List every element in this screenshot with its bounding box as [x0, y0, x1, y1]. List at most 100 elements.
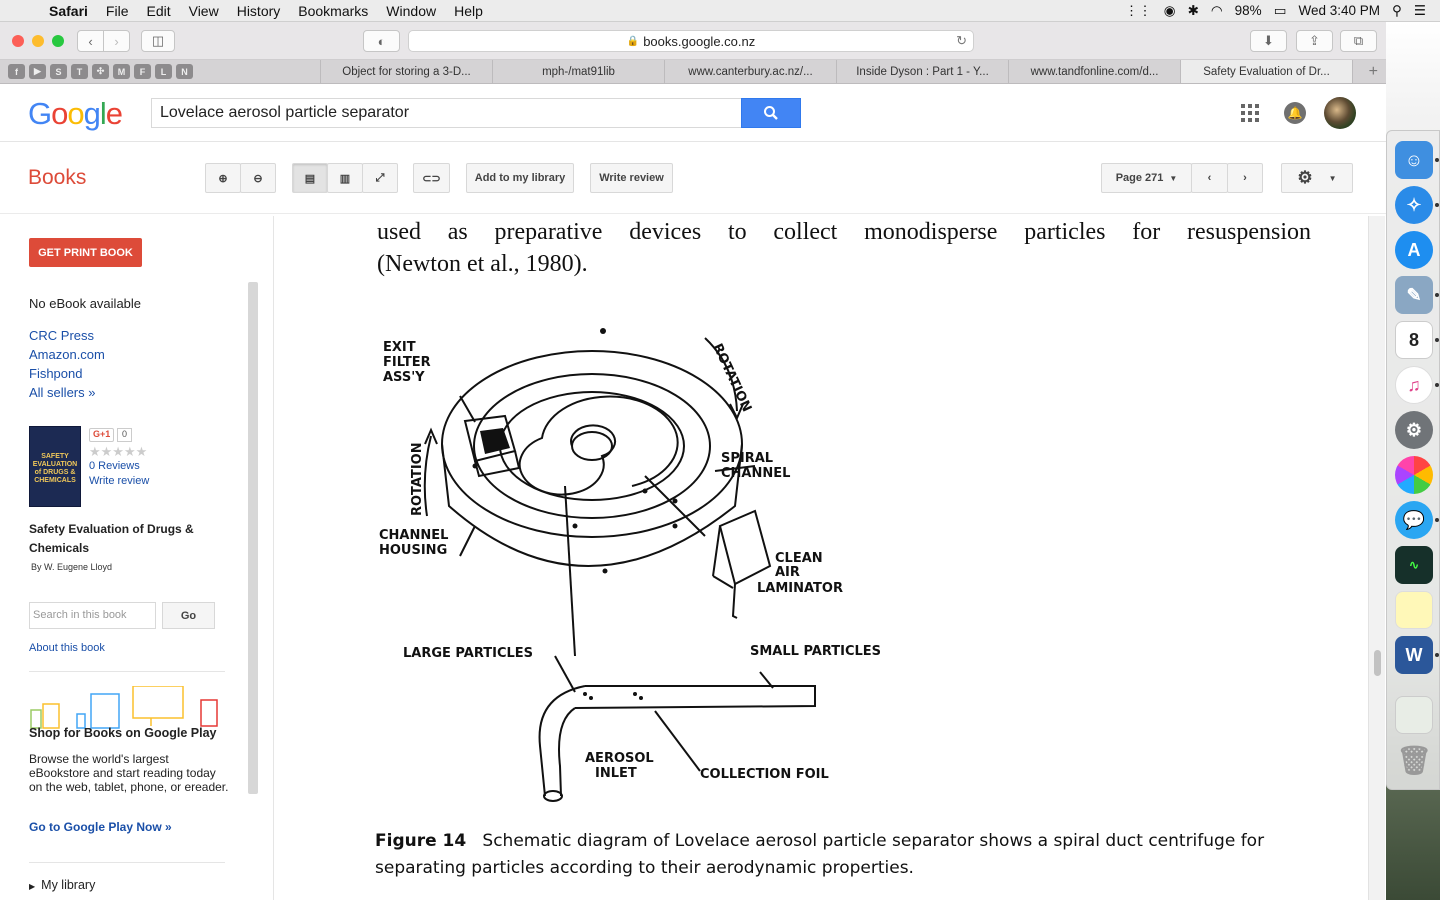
- menu-bookmarks[interactable]: Bookmarks: [289, 3, 377, 19]
- reviews-link[interactable]: 0 Reviews: [89, 460, 140, 472]
- page-selector[interactable]: Page 271 ▼: [1101, 163, 1192, 193]
- previous-page-button[interactable]: ‹: [1191, 163, 1228, 193]
- itunes-icon[interactable]: ♫: [1395, 366, 1433, 404]
- forward-button[interactable]: ›: [103, 30, 130, 52]
- browser-tab[interactable]: Object for storing a 3-D...: [320, 60, 492, 83]
- back-button[interactable]: ‹: [77, 30, 104, 52]
- two-page-view-button[interactable]: ▥: [327, 163, 363, 193]
- privacy-extension-icon[interactable]: ◐: [363, 30, 400, 52]
- link-button[interactable]: ⊂⊃: [413, 163, 450, 193]
- close-window-button[interactable]: [12, 34, 24, 47]
- book-cover[interactable]: SAFETY EVALUATION of DRUGS & CHEMICALS: [29, 426, 81, 507]
- google-play-link[interactable]: Go to Google Play Now »: [29, 820, 172, 834]
- scrollbar-thumb[interactable]: [1374, 650, 1381, 676]
- word-icon[interactable]: W: [1395, 636, 1433, 674]
- my-library-item[interactable]: ▶ My library: [29, 878, 95, 892]
- browser-tab[interactable]: www.canterbury.ac.nz/...: [664, 60, 836, 83]
- search-input[interactable]: Lovelace aerosol particle separator: [151, 98, 742, 128]
- search-in-book-input[interactable]: Search in this book: [29, 602, 156, 629]
- google-logo[interactable]: Google: [28, 96, 123, 132]
- reload-icon[interactable]: ↻: [956, 33, 967, 49]
- pinned-tab-f[interactable]: F: [134, 64, 151, 79]
- downloads-button[interactable]: ⬇: [1250, 30, 1287, 52]
- photos-icon[interactable]: [1395, 456, 1433, 494]
- seller-link[interactable]: Fishpond: [29, 366, 82, 381]
- seller-link[interactable]: Amazon.com: [29, 347, 105, 362]
- pinned-tab-l[interactable]: L: [155, 64, 172, 79]
- menu-safari[interactable]: Safari: [40, 3, 97, 19]
- google-plus-button[interactable]: G+1: [89, 428, 115, 442]
- settings-button[interactable]: ⚙ ▼: [1281, 163, 1353, 193]
- zoom-window-button[interactable]: [52, 34, 64, 47]
- notes-icon[interactable]: [1395, 591, 1433, 629]
- separator-diagram: EXIT FILTER ASS'Y ROTATION ROTATION SPIR…: [379, 328, 881, 802]
- search-in-book-go-button[interactable]: Go: [162, 602, 215, 629]
- all-sellers-link[interactable]: All sellers »: [29, 385, 95, 400]
- pinned-tab-m[interactable]: M: [113, 64, 130, 79]
- pinned-tab-t[interactable]: T: [71, 64, 88, 79]
- menu-file[interactable]: File: [97, 3, 138, 19]
- search-button[interactable]: [741, 98, 801, 128]
- battery-icon[interactable]: ▭: [1274, 3, 1287, 19]
- menu-help[interactable]: Help: [445, 3, 492, 19]
- activity-icon[interactable]: ⋮⋮: [1125, 3, 1152, 19]
- book-page-viewer[interactable]: used as preparative devices to collect m…: [275, 216, 1368, 900]
- browser-tab-active[interactable]: Safety Evaluation of Dr...: [1180, 60, 1352, 83]
- safari-icon[interactable]: ✧: [1395, 186, 1433, 224]
- sidebar-scrollbar[interactable]: [248, 282, 258, 794]
- wifi-icon[interactable]: ◠: [1211, 3, 1223, 19]
- pinned-tab-s[interactable]: S: [50, 64, 67, 79]
- pinned-tab-n[interactable]: N: [176, 64, 193, 79]
- finder-icon[interactable]: ☺: [1395, 141, 1433, 179]
- minimize-window-button[interactable]: [32, 34, 44, 47]
- clock[interactable]: Wed 3:40 PM: [1298, 3, 1380, 18]
- shop-description: Browse the world's largest eBookstore an…: [29, 752, 229, 794]
- books-title[interactable]: Books: [28, 166, 86, 190]
- page-scrollbar[interactable]: [1368, 216, 1385, 900]
- system-preferences-icon[interactable]: ⚙: [1395, 411, 1433, 449]
- pinned-tab-youtube[interactable]: ▶: [29, 64, 46, 79]
- browser-tab[interactable]: mph-/mat91lib: [492, 60, 664, 83]
- messages-icon[interactable]: 💬: [1395, 501, 1433, 539]
- browser-tab[interactable]: www.tandfonline.com/d...: [1008, 60, 1180, 83]
- downloads-stack-icon[interactable]: [1395, 696, 1433, 734]
- bluetooth-icon[interactable]: ✱: [1188, 3, 1199, 19]
- single-page-view-button[interactable]: ▤: [292, 163, 328, 193]
- menu-window[interactable]: Window: [377, 3, 445, 19]
- get-print-book-button[interactable]: GET PRINT BOOK: [29, 238, 142, 267]
- tabs-overview-button[interactable]: ⧉: [1340, 30, 1377, 52]
- menu-view[interactable]: View: [180, 3, 228, 19]
- app-store-icon[interactable]: A: [1395, 231, 1433, 269]
- menu-edit[interactable]: Edit: [137, 3, 179, 19]
- rating-stars[interactable]: ★★★★★: [89, 444, 147, 460]
- zoom-out-button[interactable]: ⊖: [240, 163, 276, 193]
- pinned-tab-dots[interactable]: ✣: [92, 64, 109, 79]
- zoom-in-button[interactable]: ⊕: [205, 163, 241, 193]
- gear-icon: ⚙: [1297, 168, 1313, 187]
- notification-center-icon[interactable]: ☰: [1414, 3, 1426, 19]
- menu-history[interactable]: History: [228, 3, 290, 19]
- write-review-button[interactable]: Write review: [590, 163, 673, 193]
- calendar-icon[interactable]: 8: [1395, 321, 1433, 359]
- spotlight-icon[interactable]: ⚲: [1392, 3, 1402, 19]
- trash-icon[interactable]: 🗑: [1395, 741, 1433, 779]
- write-review-link[interactable]: Write review: [89, 475, 149, 487]
- add-to-library-button[interactable]: Add to my library: [466, 163, 574, 193]
- avatar[interactable]: [1324, 97, 1356, 129]
- browser-tab[interactable]: Inside Dyson : Part 1 - Y...: [836, 60, 1008, 83]
- fullscreen-button[interactable]: ⤢: [362, 163, 398, 193]
- battery-status[interactable]: 98%: [1235, 3, 1262, 18]
- next-page-button[interactable]: ›: [1227, 163, 1263, 193]
- about-this-book-link[interactable]: About this book: [29, 642, 105, 654]
- apps-grid-icon[interactable]: [1241, 104, 1259, 122]
- activity-monitor-icon[interactable]: ∿: [1395, 546, 1433, 584]
- new-tab-button[interactable]: +: [1352, 60, 1386, 83]
- creative-cloud-icon[interactable]: ◉: [1164, 3, 1176, 19]
- pinned-tab-facebook[interactable]: f: [8, 64, 25, 79]
- notifications-bell-icon[interactable]: 🔔: [1284, 102, 1306, 124]
- seller-link[interactable]: CRC Press: [29, 328, 94, 343]
- sidebar-toggle-icon[interactable]: ◫: [141, 30, 175, 52]
- preview-icon[interactable]: ✎: [1395, 276, 1433, 314]
- address-bar[interactable]: 🔒 books.google.co.nz ↻: [408, 30, 974, 52]
- share-button[interactable]: ⇪: [1296, 30, 1333, 52]
